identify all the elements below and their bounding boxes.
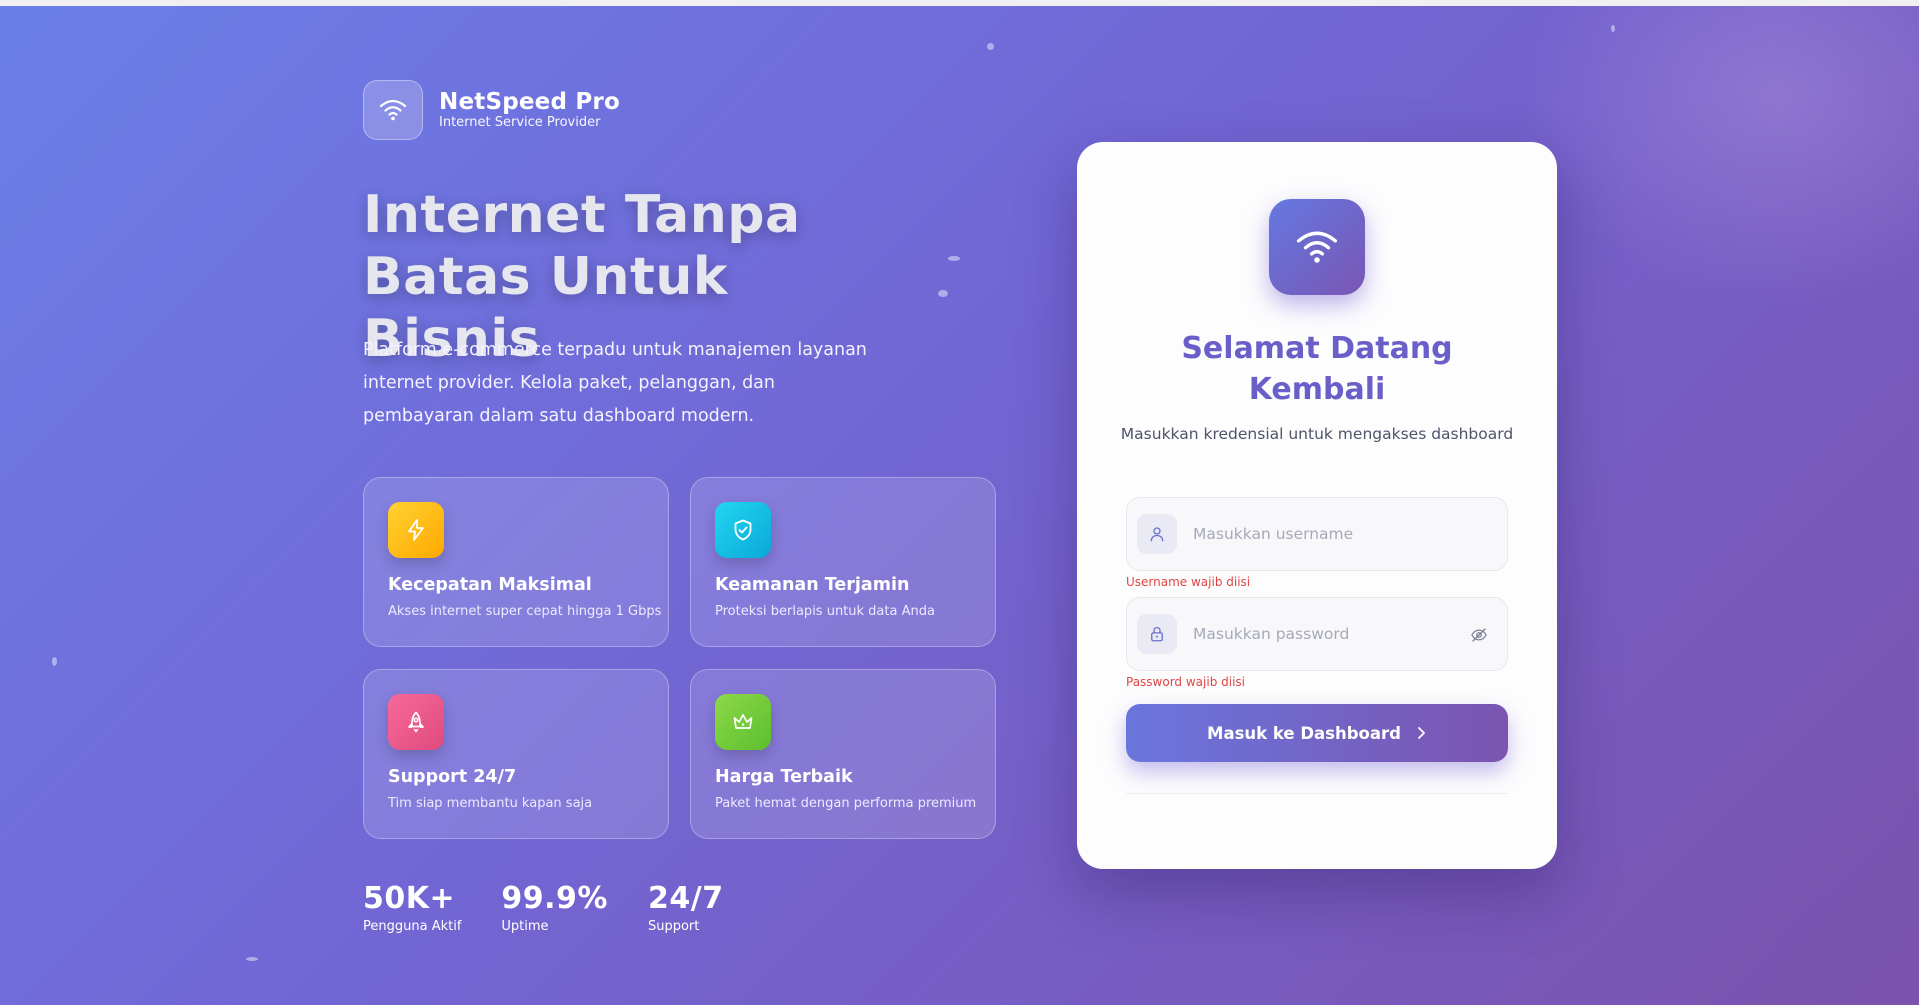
brand: NetSpeed Pro Internet Service Provider (363, 80, 620, 140)
shield-check-icon (715, 502, 771, 558)
password-error: Password wajib diisi (1126, 675, 1246, 689)
username-field[interactable] (1126, 497, 1508, 571)
feature-card-support: Support 24/7 Tim siap membantu kapan saj… (363, 669, 669, 839)
username-error: Username wajib diisi (1126, 575, 1251, 589)
stat-value: 50K+ (363, 881, 456, 916)
user-icon (1137, 514, 1177, 554)
decor-dot (987, 43, 994, 50)
stat-label: Uptime (501, 919, 549, 934)
login-title-line: Kembali (1248, 372, 1386, 407)
feature-title: Harga Terbaik (715, 767, 853, 787)
decor-dot (246, 957, 258, 961)
stat-label: Pengguna Aktif (363, 919, 462, 934)
decor-dot (938, 290, 948, 297)
divider (1126, 793, 1508, 794)
decor-dot (948, 256, 960, 261)
stat-users: 50K+ Pengguna Aktif (363, 882, 461, 936)
feature-desc: Akses internet super cepat hingga 1 Gbps (388, 604, 662, 619)
stat-value: 24/7 (647, 881, 724, 916)
password-field[interactable] (1126, 597, 1508, 671)
login-card: Selamat Datang Kembali Masukkan kredensi… (1077, 142, 1557, 869)
brand-tagline: Internet Service Provider (439, 115, 601, 130)
feature-desc: Tim siap membantu kapan saja (388, 796, 593, 811)
feature-title: Kecepatan Maksimal (388, 575, 592, 595)
feature-card-speed: Kecepatan Maksimal Akses internet super … (363, 477, 669, 647)
lightning-icon (388, 502, 444, 558)
crown-icon (715, 694, 771, 750)
password-input[interactable] (1191, 624, 1455, 644)
background-glow (1519, 6, 1919, 306)
wifi-icon (1269, 199, 1365, 295)
stat-support: 24/7 Support (648, 882, 724, 936)
lock-icon (1137, 614, 1177, 654)
stat-uptime: 99.9% Uptime (501, 882, 608, 936)
hero-title-line: Internet Tanpa (363, 185, 801, 245)
feature-desc: Paket hemat dengan performa premium (715, 796, 977, 811)
login-title-line: Selamat Datang (1181, 331, 1453, 366)
brand-name: NetSpeed Pro (439, 89, 620, 115)
feature-card-security: Keamanan Terjamin Proteksi berlapis untu… (690, 477, 996, 647)
feature-desc: Proteksi berlapis untuk data Anda (715, 604, 935, 619)
username-input[interactable] (1191, 524, 1455, 544)
rocket-icon (388, 694, 444, 750)
login-title: Selamat Datang Kembali (1077, 328, 1557, 410)
stat-value: 99.9% (501, 881, 608, 916)
login-submit-label: Masuk ke Dashboard (1207, 723, 1401, 743)
stat-label: Support (647, 919, 700, 934)
login-submit-button[interactable]: Masuk ke Dashboard (1126, 704, 1508, 762)
login-subtitle: Masukkan kredensial untuk mengakses dash… (1120, 425, 1514, 443)
stats-row: 50K+ Pengguna Aktif 99.9% Uptime 24/7 Su… (363, 882, 764, 936)
feature-title: Keamanan Terjamin (715, 575, 910, 595)
feature-title: Support 24/7 (388, 767, 517, 787)
hero-description: Platform e-commerce terpadu untuk manaje… (363, 340, 867, 426)
feature-card-price: Harga Terbaik Paket hemat dengan perform… (690, 669, 996, 839)
login-page: NetSpeed Pro Internet Service Provider I… (0, 6, 1919, 1005)
decor-dot (52, 657, 57, 666)
wifi-icon (363, 80, 423, 140)
eye-off-icon[interactable] (1469, 625, 1489, 645)
decor-dot (1611, 25, 1615, 32)
chevron-right-icon (1415, 726, 1427, 740)
